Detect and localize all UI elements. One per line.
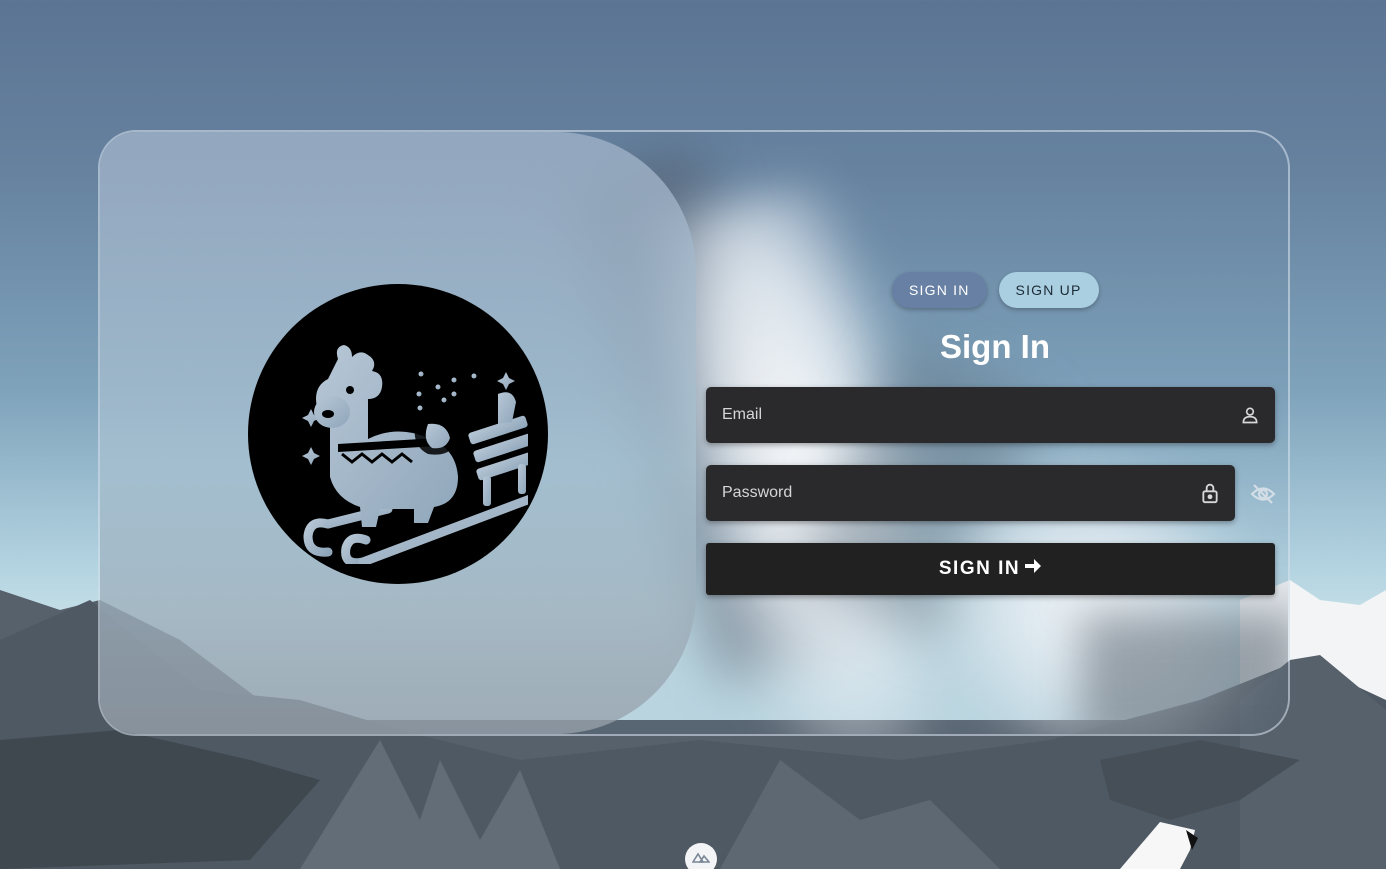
sign-in-button[interactable]: SIGN IN bbox=[706, 543, 1275, 595]
password-input[interactable] bbox=[706, 465, 1185, 521]
sign-in-button-label: SIGN IN bbox=[938, 558, 1021, 579]
branding-panel bbox=[100, 132, 696, 734]
email-field[interactable] bbox=[706, 387, 1275, 443]
arrow-right-icon bbox=[1024, 557, 1042, 581]
tab-sign-in[interactable]: SIGN IN bbox=[892, 272, 987, 308]
nuxt-icon[interactable] bbox=[685, 843, 717, 869]
password-field[interactable] bbox=[706, 465, 1235, 521]
page-title: Sign In bbox=[940, 328, 1050, 365]
llama-on-sled-logo bbox=[248, 284, 548, 584]
tab-sign-up[interactable]: SIGN UP bbox=[998, 272, 1099, 308]
auth-tabs: SIGN IN SIGN UP bbox=[892, 272, 1099, 308]
auth-card: SIGN IN SIGN UP Sign In SIG bbox=[98, 130, 1290, 736]
eye-off-icon[interactable] bbox=[1249, 482, 1277, 506]
person-icon bbox=[1225, 405, 1275, 425]
lock-icon bbox=[1185, 482, 1235, 504]
email-input[interactable] bbox=[706, 387, 1225, 443]
